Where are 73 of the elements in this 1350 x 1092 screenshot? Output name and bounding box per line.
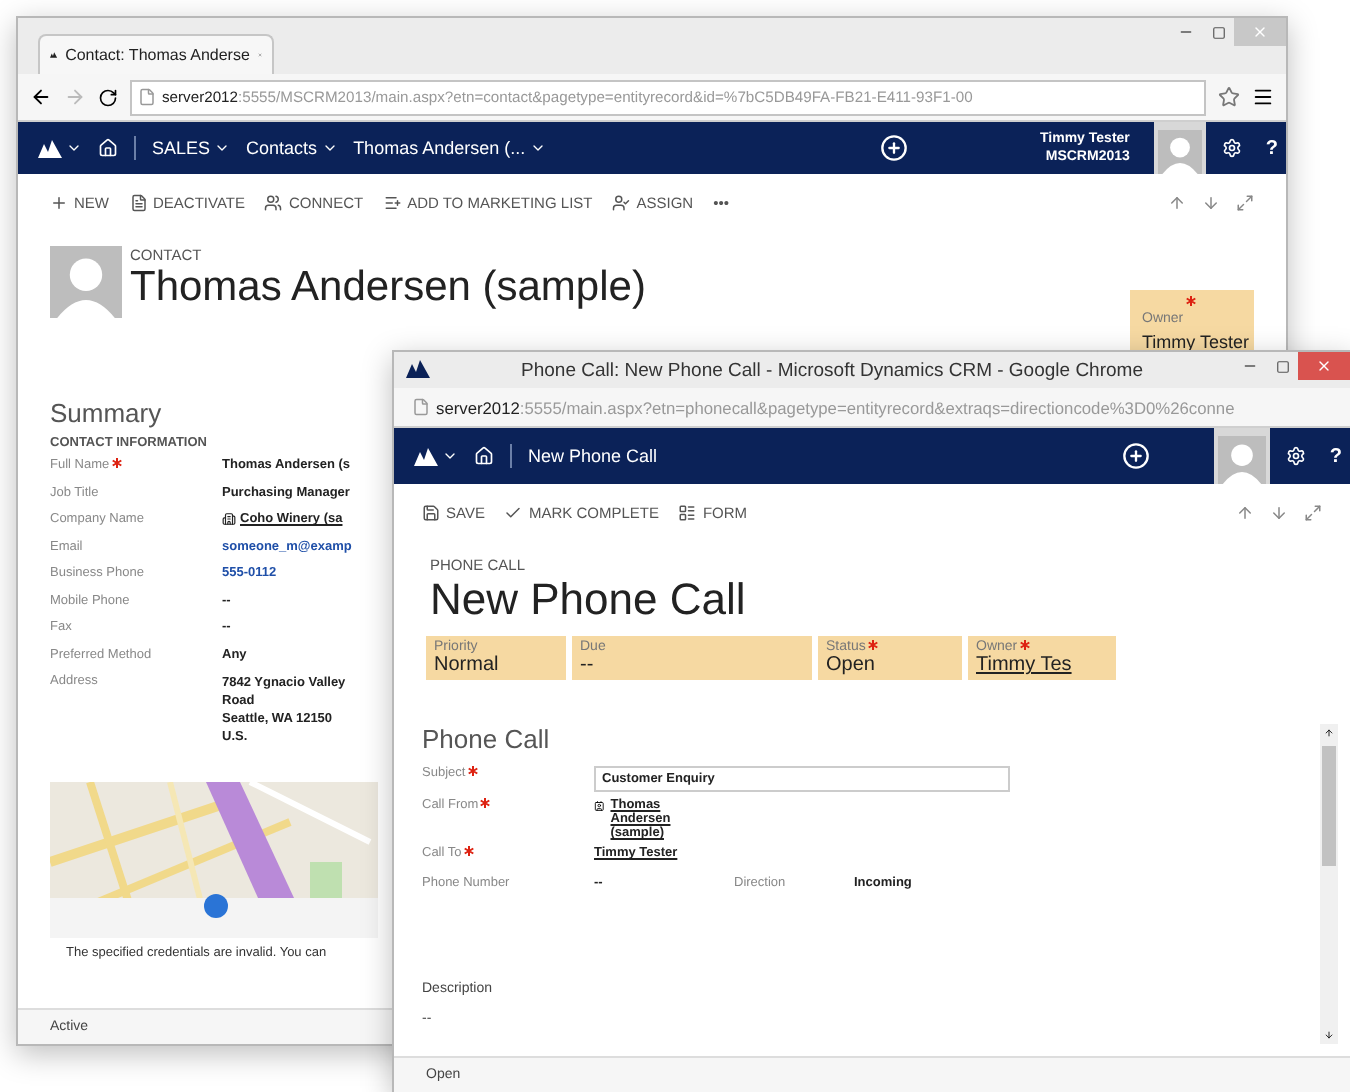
chevron-icon <box>66 140 82 156</box>
down-arrow-icon[interactable] <box>1270 503 1288 521</box>
logo-icon <box>38 139 62 157</box>
expand-icon[interactable] <box>1304 503 1322 521</box>
close-button[interactable] <box>1298 352 1350 380</box>
building-icon <box>222 512 236 526</box>
plus-icon <box>50 193 68 211</box>
form-icon <box>678 503 697 521</box>
scroll-down-icon[interactable] <box>1324 1030 1334 1040</box>
page-icon <box>412 398 430 416</box>
section-title: Summary <box>50 398 164 428</box>
save-icon <box>422 503 440 521</box>
nav-item[interactable]: SALES <box>152 138 211 158</box>
create-icon[interactable] <box>1121 442 1150 470</box>
bookmark-star-icon[interactable] <box>1218 86 1240 108</box>
app-menu[interactable] <box>414 447 458 465</box>
scroll-thumb[interactable] <box>1322 746 1336 867</box>
field-value: Normal <box>434 654 501 677</box>
required-asterisk-icon <box>1019 640 1030 651</box>
nav-item[interactable]: Thomas Andersen (... <box>353 138 526 158</box>
field-value: Open <box>826 654 877 677</box>
maximize-icon <box>1211 25 1225 39</box>
reload-icon[interactable] <box>98 87 118 107</box>
browser-tab[interactable]: Contact: Thomas Anderse <box>38 34 274 74</box>
avatar-icon <box>1217 436 1266 484</box>
list-icon <box>383 193 402 211</box>
required-asterisk-icon <box>1185 296 1196 306</box>
logo-icon <box>414 447 438 465</box>
nav-item[interactable]: Contacts <box>246 138 318 158</box>
page-icon <box>138 88 156 106</box>
required-asterisk-icon <box>480 798 491 809</box>
avatar-icon <box>1157 130 1202 174</box>
app-menu[interactable] <box>38 139 82 157</box>
record-title: Thomas Andersen (sample) <box>130 264 646 313</box>
scroll-up-icon[interactable] <box>1324 728 1334 739</box>
help-button[interactable]: ? <box>1321 445 1350 467</box>
back-icon[interactable] <box>30 86 52 108</box>
section-title: Phone Call <box>422 724 552 755</box>
avatar-icon <box>50 246 122 318</box>
owner-link[interactable]: Timmy Tes <box>976 654 1108 677</box>
required-asterisk-icon <box>867 640 878 651</box>
help-button[interactable]: ? <box>1257 137 1286 159</box>
check-icon <box>504 503 523 521</box>
required-asterisk-icon <box>111 458 122 468</box>
window-title: Phone Call: New Phone Call - Microsoft Dynamics CRM - Google Chrome <box>519 359 1145 381</box>
close-icon <box>1316 358 1332 374</box>
people-icon <box>264 193 283 211</box>
home-icon[interactable] <box>98 138 118 158</box>
create-icon[interactable] <box>880 134 909 162</box>
required-asterisk-icon <box>467 766 478 777</box>
settings-icon[interactable] <box>1221 138 1242 158</box>
document-icon <box>129 193 147 211</box>
scrollbar[interactable] <box>1320 724 1338 1044</box>
person-icon <box>612 193 631 211</box>
chevron-icon <box>442 448 458 464</box>
expand-icon[interactable] <box>1236 193 1254 211</box>
field-value: -- <box>580 654 596 677</box>
close-icon <box>1252 24 1268 40</box>
chevron-icon <box>214 140 231 156</box>
settings-icon[interactable] <box>1285 446 1306 466</box>
chevron-icon <box>529 140 546 156</box>
down-arrow-icon[interactable] <box>1202 193 1220 211</box>
contact-card-icon <box>594 798 605 815</box>
logo-icon <box>406 360 430 378</box>
required-asterisk-icon <box>463 846 474 857</box>
record-title: New Phone Call <box>430 574 748 625</box>
up-arrow-icon[interactable] <box>1236 503 1254 521</box>
maximize-icon <box>1275 359 1289 373</box>
chevron-icon <box>321 140 338 156</box>
nav-item[interactable]: New Phone Call <box>528 446 658 466</box>
menu-icon[interactable] <box>1252 86 1274 108</box>
home-icon[interactable] <box>474 446 494 466</box>
up-arrow-icon[interactable] <box>1168 193 1186 211</box>
